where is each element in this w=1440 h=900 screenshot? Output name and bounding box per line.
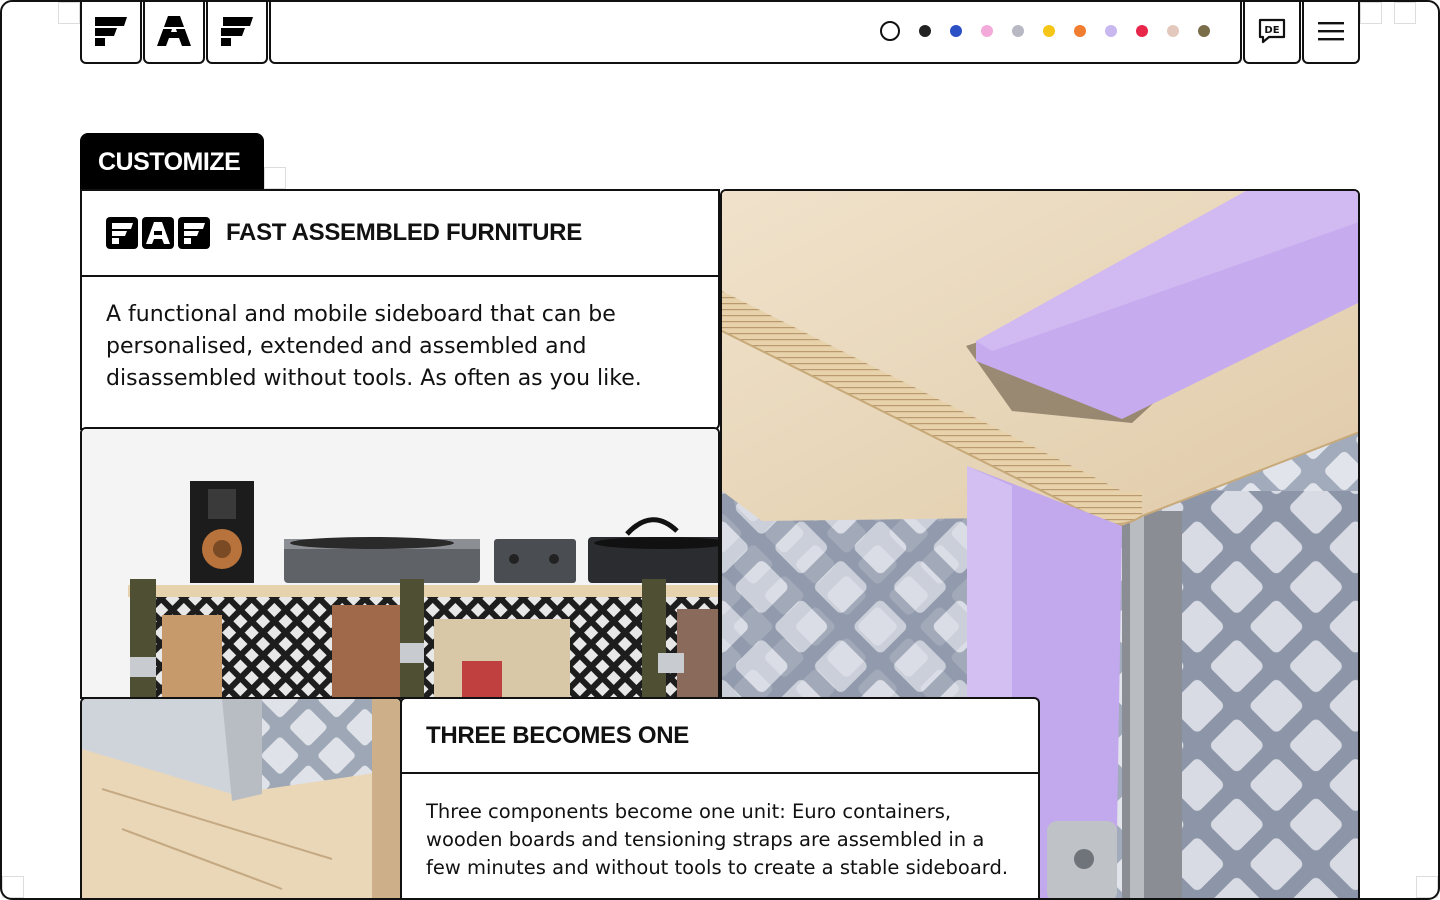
hamburger-menu-icon (1318, 22, 1344, 41)
site-header: DE (80, 0, 1360, 64)
corner-marker (1416, 876, 1438, 898)
color-swatch-olive[interactable] (1198, 25, 1210, 37)
logo-a[interactable] (143, 0, 205, 64)
corner-marker (1394, 2, 1416, 24)
color-swatch-orange[interactable] (1074, 25, 1086, 37)
logo-a-icon (157, 16, 191, 46)
feature-card-header: THREE BECOMES ONE (402, 699, 1038, 774)
intro-card: FAST ASSEMBLED FURNITURE A functional an… (80, 189, 720, 430)
color-swatch-lavender[interactable] (1105, 25, 1117, 37)
color-swatch-beige[interactable] (1167, 25, 1179, 37)
logo-f-first[interactable] (80, 0, 142, 64)
logo-f-icon (95, 17, 127, 46)
intro-card-body: A functional and mobile sideboard that c… (106, 302, 642, 391)
feature-card: THREE BECOMES ONE Three components becom… (400, 697, 1040, 900)
corner-marker (58, 2, 80, 24)
language-button[interactable]: DE (1243, 0, 1301, 64)
language-label: DE (1264, 25, 1279, 36)
color-swatch-red[interactable] (1136, 25, 1148, 37)
faf-logo-icon (106, 217, 210, 249)
color-swatch-white[interactable] (880, 21, 900, 41)
product-photo-sideboard-turntables (80, 427, 720, 699)
product-photo-board-crate-detail (80, 697, 402, 900)
logo-f-icon (221, 17, 253, 46)
section-tab-customize[interactable]: CUSTOMIZE (80, 133, 264, 191)
logo-f-second[interactable] (206, 0, 268, 64)
intro-card-header: FAST ASSEMBLED FURNITURE (82, 191, 718, 277)
color-swatch-blue[interactable] (950, 25, 962, 37)
color-swatch-pink[interactable] (981, 25, 993, 37)
color-swatch-yellow[interactable] (1043, 25, 1055, 37)
color-swatch-list (880, 21, 1210, 41)
menu-button[interactable] (1302, 0, 1360, 64)
color-swatch-black[interactable] (919, 25, 931, 37)
corner-marker (2, 876, 24, 898)
corner-marker (264, 167, 286, 189)
feature-card-title: THREE BECOMES ONE (426, 721, 689, 749)
language-bubble-icon: DE (1258, 18, 1286, 44)
feature-card-body: Three components become one unit: Euro c… (426, 800, 1009, 879)
section-tab-label: CUSTOMIZE (98, 147, 241, 176)
corner-marker (1360, 2, 1382, 24)
color-picker-bar (269, 0, 1242, 64)
color-swatch-grey[interactable] (1012, 25, 1024, 37)
intro-card-title: FAST ASSEMBLED FURNITURE (226, 219, 582, 246)
